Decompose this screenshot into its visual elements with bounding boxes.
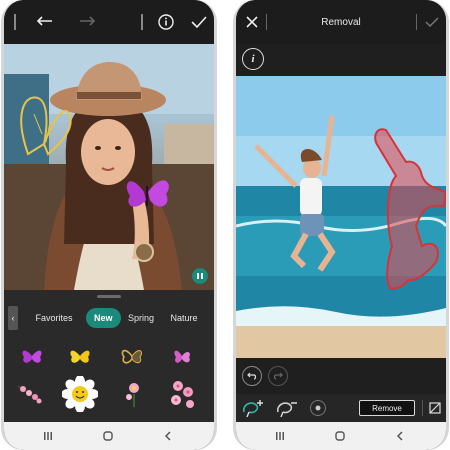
remove-button[interactable]: Remove	[359, 400, 415, 416]
portrait-photo	[4, 44, 214, 290]
history-row	[236, 358, 446, 394]
gold-butterfly-icon[interactable]	[118, 342, 146, 370]
lasso-add-icon[interactable]	[240, 396, 266, 420]
redo-icon[interactable]	[268, 366, 288, 386]
divider-icon	[141, 14, 143, 30]
removal-screen: Removal i Remove	[236, 0, 446, 450]
cherry-blossom-icon[interactable]	[166, 378, 198, 410]
recents-icon[interactable]	[274, 430, 286, 442]
pink-flowers-icon[interactable]	[120, 380, 148, 408]
sticker-category-tabs: Favorites New Spring Nature	[4, 308, 214, 330]
divider-icon	[416, 14, 417, 30]
yellow-butterfly-icon[interactable]	[66, 342, 94, 370]
editor-toolbar	[4, 0, 214, 44]
purple-butterfly-icon[interactable]	[18, 342, 46, 370]
tab-nature[interactable]: Nature	[170, 308, 198, 328]
portrait-photo-canvas[interactable]	[4, 44, 214, 290]
close-icon[interactable]	[244, 14, 260, 30]
tab-new[interactable]: New	[86, 308, 121, 328]
pause-icon[interactable]	[192, 268, 208, 284]
beach-photo-canvas[interactable]	[236, 76, 446, 358]
info-row: i	[236, 44, 446, 76]
screen-title: Removal	[321, 16, 361, 28]
system-nav-bar	[4, 422, 214, 450]
eraser-icon[interactable]	[428, 400, 442, 416]
check-icon[interactable]	[188, 12, 210, 32]
system-nav-bar	[236, 422, 446, 450]
info-icon[interactable]: i	[242, 48, 264, 70]
back-icon[interactable]	[162, 430, 174, 442]
info-icon[interactable]	[156, 12, 176, 32]
undo-icon[interactable]	[34, 12, 56, 32]
recents-icon[interactable]	[42, 430, 54, 442]
redo-icon[interactable]	[76, 12, 98, 32]
undo-icon[interactable]	[242, 366, 262, 386]
app-screenshots: ‹ Favorites New Spring Nature Removal i …	[0, 0, 450, 450]
beach-photo	[236, 76, 446, 358]
brush-size-icon[interactable]	[310, 400, 326, 416]
sticker-editor-screen: ‹ Favorites New Spring Nature	[4, 0, 214, 450]
divider-icon	[14, 14, 16, 30]
divider-icon	[422, 400, 423, 416]
right-phone: Removal i Remove	[233, 0, 449, 450]
removal-toolbar: Removal	[236, 0, 446, 44]
panel-handle[interactable]	[97, 295, 121, 298]
divider-icon	[266, 14, 267, 30]
pink-blossom-branch-icon[interactable]	[16, 380, 44, 408]
tab-favorites[interactable]: Favorites	[32, 308, 76, 328]
pink-butterfly-icon[interactable]	[168, 342, 196, 370]
sticker-panel: ‹ Favorites New Spring Nature	[4, 290, 214, 422]
back-icon[interactable]	[394, 430, 406, 442]
tab-spring[interactable]: Spring	[128, 308, 154, 328]
removal-tools: Remove	[236, 394, 446, 422]
lasso-subtract-icon[interactable]	[274, 396, 300, 420]
home-icon[interactable]	[334, 430, 346, 442]
home-icon[interactable]	[102, 430, 114, 442]
check-icon[interactable]	[424, 14, 440, 30]
smiling-daisy-icon[interactable]	[61, 375, 99, 413]
left-phone: ‹ Favorites New Spring Nature	[1, 0, 217, 450]
